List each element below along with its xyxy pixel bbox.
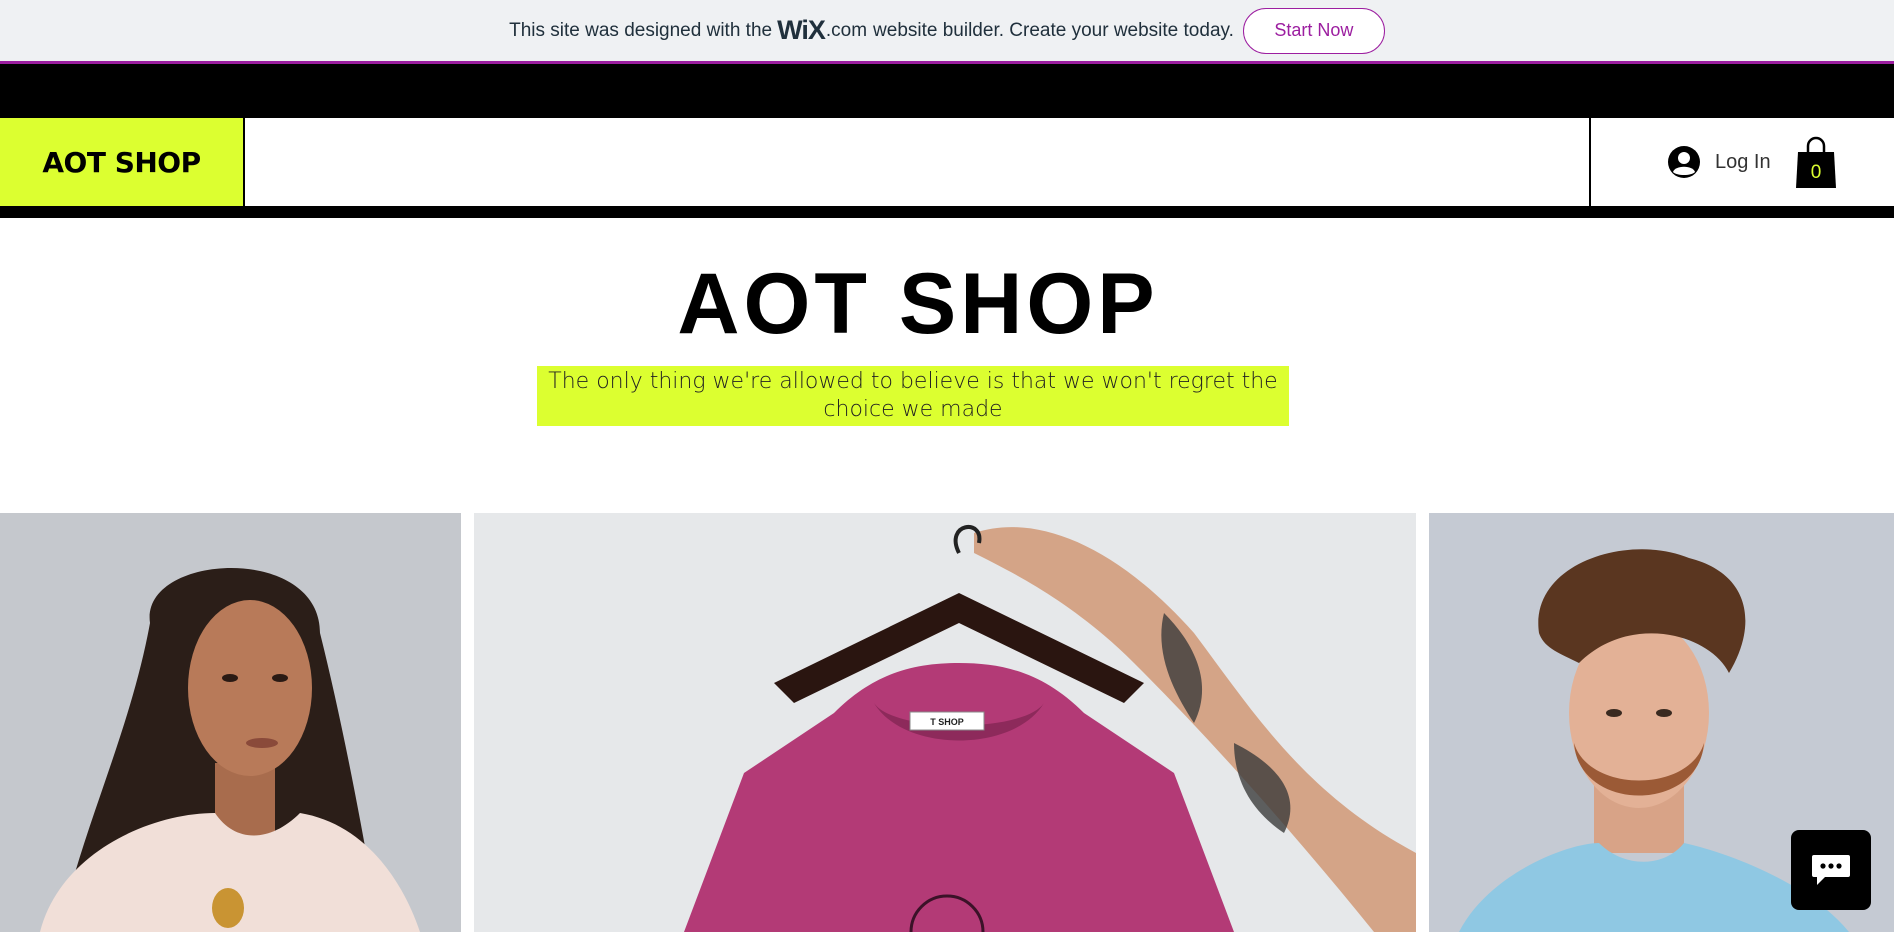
promo-text-before: This site was designed with the [509, 19, 773, 41]
avatar-icon [1668, 146, 1700, 178]
hero-tagline: The only thing we're allowed to believe … [537, 366, 1289, 426]
gallery-image-model-woman[interactable] [0, 513, 461, 932]
start-now-button[interactable]: Start Now [1242, 7, 1385, 54]
wix-domain-text: .com [825, 19, 868, 41]
tshirt-hanger-illustration: T SHOP [474, 513, 1416, 932]
cart-count: 0 [1810, 162, 1822, 183]
wix-promo-banner: This site was designed with the WiX .com… [0, 0, 1894, 64]
login-button[interactable]: Log In [1667, 140, 1771, 184]
login-label: Log In [1715, 150, 1771, 173]
gallery-image-tshirt-hanger[interactable]: T SHOP [474, 513, 1416, 932]
chat-bubble-icon [1812, 855, 1850, 885]
chat-button[interactable] [1791, 830, 1871, 910]
hanger-tag-text: T SHOP [930, 717, 964, 727]
site-header: AOT SHOP Log In 0 [0, 118, 1894, 218]
wix-logo[interactable]: WiX [777, 15, 826, 46]
wix-promo-text: This site was designed with the WiX .com… [509, 15, 1234, 46]
hero-title: AOT SHOP [677, 256, 1159, 352]
top-black-strip [0, 64, 1894, 118]
brand-logo-box[interactable]: AOT SHOP [0, 118, 245, 206]
cart-button[interactable]: 0 [1794, 134, 1838, 190]
model-woman-illustration [0, 513, 461, 932]
promo-text-after: website builder. Create your website tod… [873, 19, 1234, 41]
header-divider [1589, 118, 1591, 206]
brand-name: AOT SHOP [42, 145, 201, 179]
